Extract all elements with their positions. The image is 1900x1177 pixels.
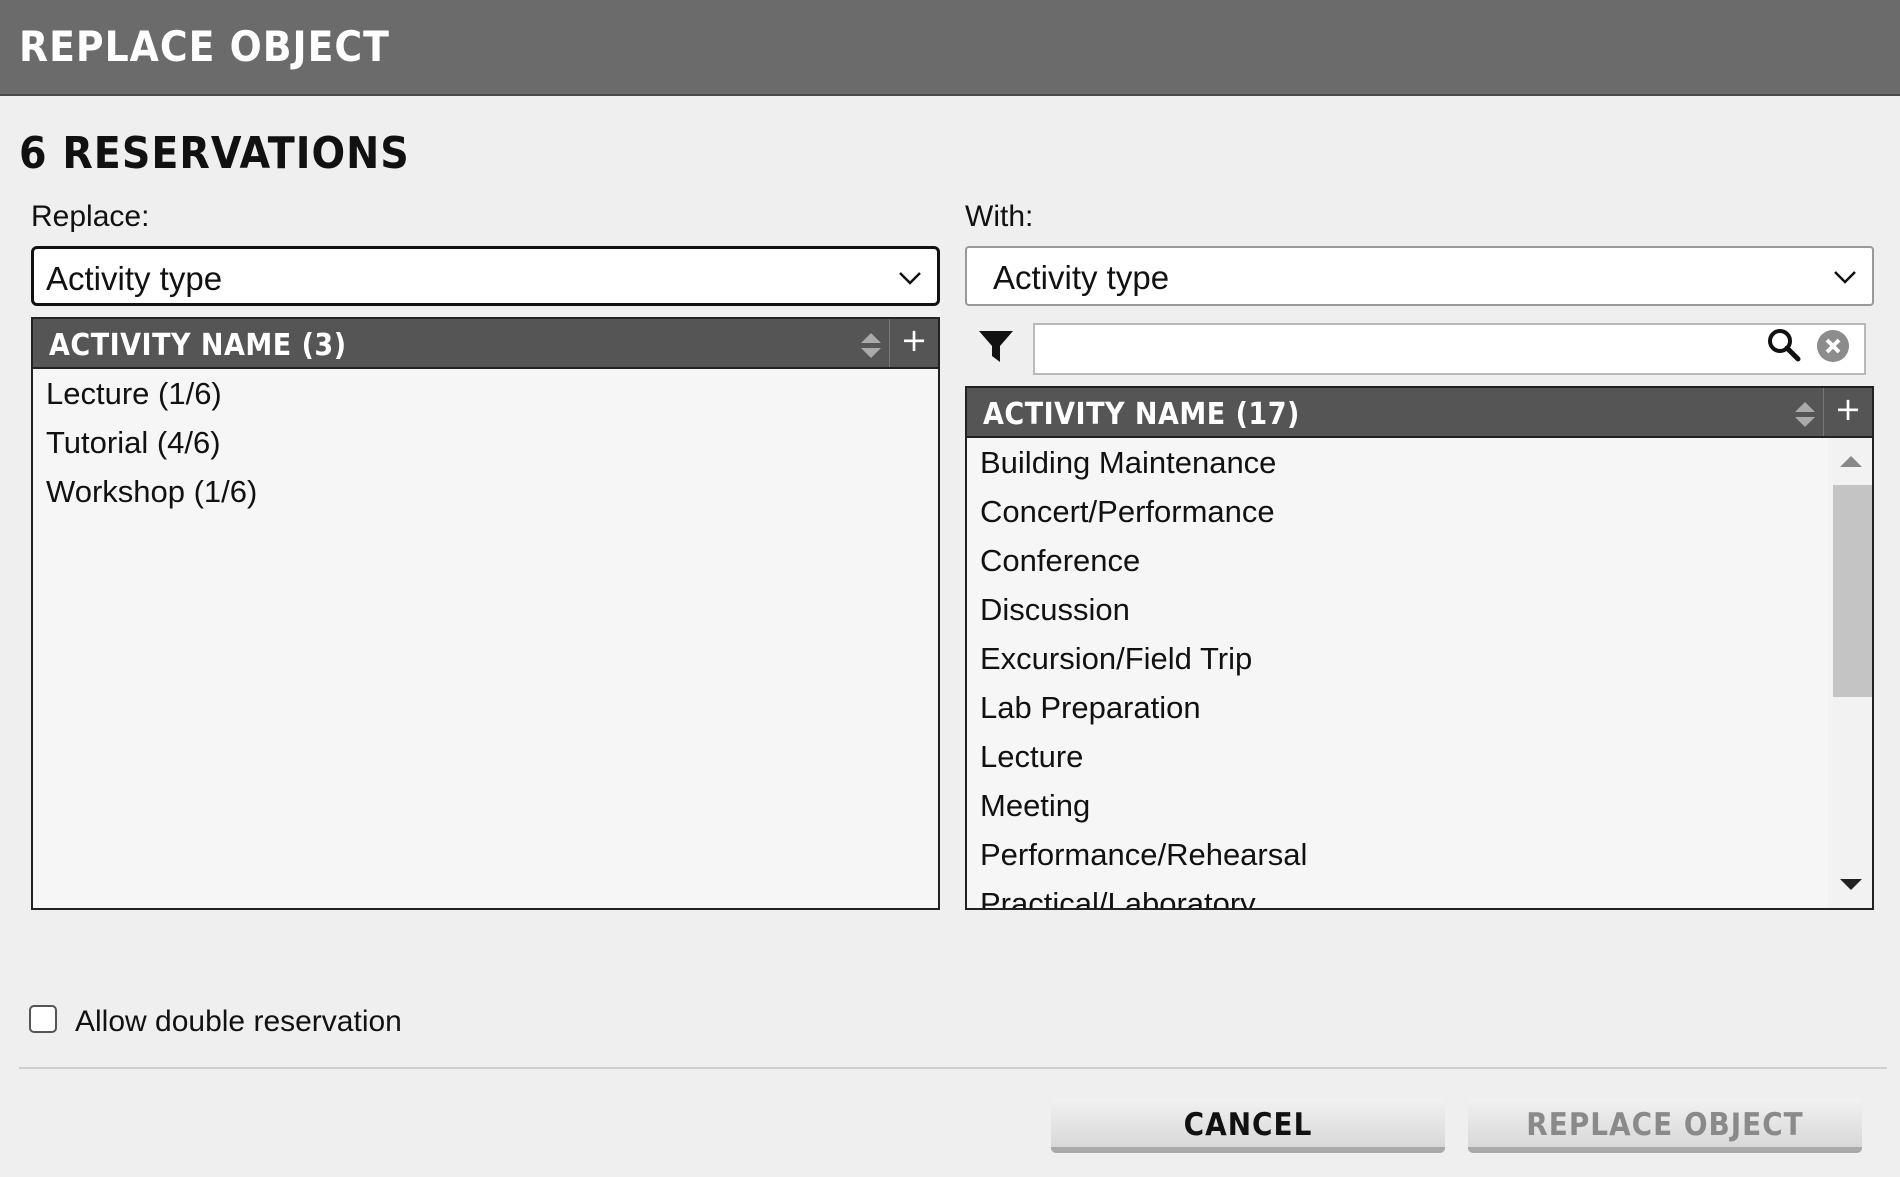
list-item[interactable]: Lecture (1/6) — [33, 369, 938, 418]
with-activity-list[interactable]: ACTIVITY NAME (17) + Building Maintenanc… — [965, 386, 1874, 910]
with-list-header-label: ACTIVITY NAME (17) — [983, 397, 1300, 432]
replace-list-header[interactable]: ACTIVITY NAME (3) + — [33, 319, 938, 369]
scrollbar[interactable] — [1828, 438, 1872, 908]
replace-list-header-label: ACTIVITY NAME (3) — [49, 328, 347, 363]
list-item[interactable]: Lab Preparation — [967, 683, 1872, 732]
replace-type-value: Activity type — [46, 260, 223, 297]
scroll-up-arrow-icon[interactable] — [1840, 456, 1862, 467]
replace-items: Lecture (1/6) Tutorial (4/6) Workshop (1… — [33, 369, 938, 516]
dialog-title: REPLACE OBJECT — [19, 22, 390, 71]
with-label: With: — [965, 200, 1034, 233]
cancel-button[interactable]: CANCEL — [1051, 1098, 1445, 1153]
plus-icon[interactable]: + — [1823, 388, 1872, 436]
filter-icon[interactable] — [978, 328, 1014, 364]
replace-label: Replace: — [31, 200, 150, 233]
list-item[interactable]: Concert/Performance — [967, 487, 1872, 536]
plus-icon[interactable]: + — [889, 319, 938, 367]
scrollbar-thumb[interactable] — [1833, 485, 1872, 697]
chevron-down-icon — [1834, 271, 1856, 284]
replace-object-button[interactable]: REPLACE OBJECT — [1468, 1098, 1862, 1153]
search-icon[interactable] — [1767, 328, 1801, 362]
replace-activity-list[interactable]: ACTIVITY NAME (3) + Lecture (1/6) Tutori… — [31, 317, 940, 910]
clear-icon[interactable] — [1816, 329, 1850, 363]
sort-icon[interactable] — [1794, 400, 1816, 430]
with-items: Building Maintenance Concert/Performance… — [967, 438, 1872, 908]
list-item[interactable]: Tutorial (4/6) — [33, 418, 938, 467]
chevron-down-icon — [899, 272, 921, 285]
list-item[interactable]: Discussion — [967, 585, 1872, 634]
with-type-value: Activity type — [993, 259, 1170, 296]
double-reservation-label[interactable]: Allow double reservation — [75, 1005, 402, 1039]
list-item[interactable]: Practical/Laboratory — [967, 879, 1872, 908]
double-reservation-checkbox[interactable] — [29, 1005, 57, 1033]
dialog-titlebar: REPLACE OBJECT — [0, 0, 1900, 96]
list-item[interactable]: Conference — [967, 536, 1872, 585]
sort-icon[interactable] — [860, 331, 882, 361]
scroll-down-arrow-icon[interactable] — [1840, 879, 1862, 890]
reservations-heading: 6 RESERVATIONS — [19, 128, 410, 179]
list-item[interactable]: Workshop (1/6) — [33, 467, 938, 516]
filter-input[interactable] — [1033, 323, 1866, 375]
list-item[interactable]: Building Maintenance — [967, 438, 1872, 487]
with-list-header[interactable]: ACTIVITY NAME (17) + — [967, 388, 1872, 438]
list-item[interactable]: Excursion/Field Trip — [967, 634, 1872, 683]
list-item[interactable]: Meeting — [967, 781, 1872, 830]
list-item[interactable]: Performance/Rehearsal — [967, 830, 1872, 879]
footer-divider — [19, 1067, 1887, 1069]
with-type-select[interactable]: Activity type — [965, 246, 1874, 306]
list-item[interactable]: Lecture — [967, 732, 1872, 781]
replace-type-select[interactable]: Activity type — [31, 246, 940, 306]
